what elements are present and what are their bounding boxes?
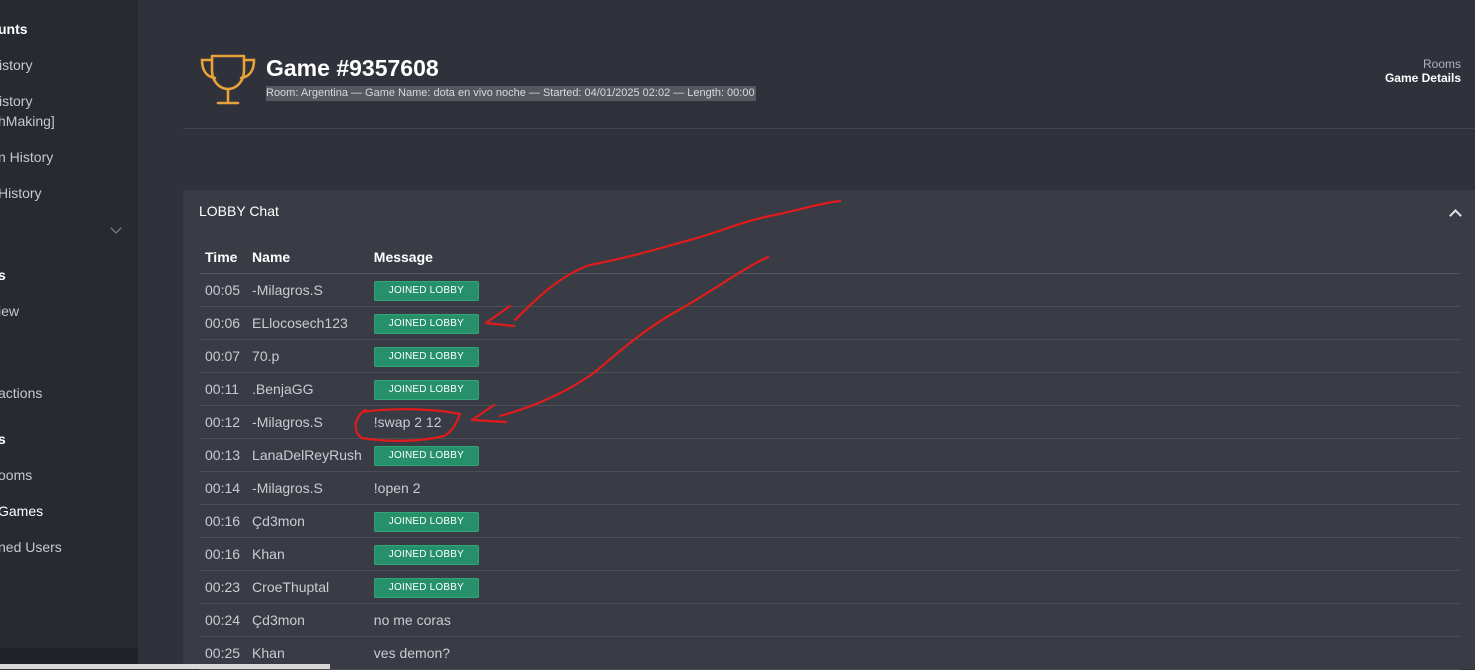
sidebar-item-rooms[interactable]: ooms — [0, 467, 32, 483]
page-subtitle: Room: Argentina — Game Name: dota en viv… — [266, 86, 756, 101]
row-message: !open 2 — [367, 471, 1460, 505]
column-header-message[interactable]: Message — [367, 241, 1460, 274]
sidebar-item-actions[interactable]: actions — [0, 385, 42, 401]
breadcrumb-game-details: Game Details — [1384, 71, 1461, 85]
row-player-name[interactable]: .BenjaGG — [246, 372, 368, 406]
row-message: JOINED LOBBY — [367, 339, 1460, 373]
joined-lobby-badge: JOINED LOBBY — [373, 511, 479, 532]
row-time: 00:16 — [199, 537, 247, 571]
sidebar-item-view[interactable]: iew — [0, 303, 19, 319]
sidebar-item-games[interactable]: Games — [0, 503, 43, 519]
lobby-chat-panel: LOBBY Chat Time Name Message 00:05 -Milag… — [183, 190, 1475, 670]
table-header-row: Time Name Message — [199, 241, 1460, 274]
row-player-name[interactable]: LanaDelReyRush — [246, 438, 368, 472]
sidebar-item-banned-users[interactable]: ned Users — [0, 539, 62, 555]
joined-lobby-badge: JOINED LOBBY — [373, 544, 479, 565]
row-player-name[interactable]: -Milagros.S — [246, 405, 368, 439]
row-player-name[interactable]: CroeThuptal — [246, 570, 368, 604]
panel-title: LOBBY Chat — [199, 203, 279, 219]
sidebar-item-history-matchmaking-line2[interactable]: hMaking] — [0, 113, 55, 129]
chat-table-body: 00:05 -Milagros.S JOINED LOBBY 00:06 ELlocos… — [199, 273, 1460, 670]
row-player-name[interactable]: -Milagros.S — [246, 471, 368, 505]
row-message: ves demon? — [367, 636, 1460, 670]
table-row: 00:05 -Milagros.S JOINED LOBBY — [199, 273, 1460, 307]
table-row: 00:12 -Milagros.S !swap 2 12 — [199, 405, 1460, 439]
chevron-down-icon[interactable] — [110, 222, 122, 234]
sidebar-section-accounts: unts — [0, 21, 28, 37]
trophy-icon — [200, 54, 256, 105]
row-player-name[interactable]: Çd3mon — [246, 603, 368, 637]
table-row: 00:16 Khan JOINED LOBBY — [199, 537, 1460, 571]
sidebar: unts istory istory hMaking] n History Hi… — [0, 0, 138, 648]
row-player-name[interactable]: Çd3mon — [246, 504, 368, 538]
row-message: no me coras — [367, 603, 1460, 637]
row-message: JOINED LOBBY — [367, 306, 1460, 340]
sidebar-item-n-history[interactable]: n History — [0, 149, 53, 165]
table-row: 00:25 Khan ves demon? — [199, 636, 1460, 670]
row-time: 00:13 — [199, 438, 247, 472]
row-time: 00:05 — [199, 273, 247, 307]
row-time: 00:16 — [199, 504, 247, 538]
breadcrumb-rooms[interactable]: Rooms — [1385, 57, 1461, 71]
chat-table: Time Name Message 00:05 -Milagros.S JOINED… — [199, 241, 1460, 670]
joined-lobby-badge: JOINED LOBBY — [373, 577, 479, 598]
row-message: JOINED LOBBY — [367, 372, 1460, 406]
breadcrumb: Rooms Game Details — [1385, 57, 1461, 85]
horizontal-scrollbar[interactable] — [0, 664, 330, 669]
row-time: 00:12 — [199, 405, 247, 439]
content-gutter — [138, 0, 183, 669]
joined-lobby-badge: JOINED LOBBY — [373, 280, 479, 301]
table-row: 00:24 Çd3mon no me coras — [199, 603, 1460, 637]
row-player-name[interactable]: Khan — [246, 537, 368, 571]
table-row: 00:14 -Milagros.S !open 2 — [199, 471, 1460, 505]
table-row: 00:06 ELlocosech123 JOINED LOBBY — [199, 306, 1460, 340]
table-row: 00:13 LanaDelReyRush JOINED LOBBY — [199, 438, 1460, 472]
row-time: 00:07 — [199, 339, 247, 373]
row-player-name[interactable]: -Milagros.S — [246, 273, 368, 307]
row-player-name[interactable]: 70.p — [246, 339, 368, 373]
row-player-name[interactable]: ELlocosech123 — [246, 306, 368, 340]
row-message: JOINED LOBBY — [367, 273, 1460, 307]
table-row: 00:07 70.p JOINED LOBBY — [199, 339, 1460, 373]
row-time: 00:11 — [199, 372, 247, 406]
sidebar-section-3: s — [0, 431, 6, 447]
row-message: JOINED LOBBY — [367, 537, 1460, 571]
column-header-time[interactable]: Time — [199, 241, 247, 274]
joined-lobby-badge: JOINED LOBBY — [373, 346, 479, 367]
row-message: JOINED LOBBY — [367, 438, 1460, 472]
row-time: 00:24 — [199, 603, 247, 637]
sidebar-item-history[interactable]: istory — [0, 57, 32, 73]
row-time: 00:14 — [199, 471, 247, 505]
joined-lobby-badge: JOINED LOBBY — [373, 445, 479, 466]
row-message: !swap 2 12 — [367, 405, 1460, 439]
row-message: JOINED LOBBY — [367, 570, 1460, 604]
joined-lobby-badge: JOINED LOBBY — [373, 313, 479, 334]
table-row: 00:11 .BenjaGG JOINED LOBBY — [199, 372, 1460, 406]
sidebar-item-history-matchmaking[interactable]: istory — [0, 93, 32, 109]
page-title: Game #9357608 — [266, 55, 439, 81]
row-time: 00:23 — [199, 570, 247, 604]
table-row: 00:23 CroeThuptal JOINED LOBBY — [199, 570, 1460, 604]
sidebar-section-2: s — [0, 267, 6, 283]
row-message: JOINED LOBBY — [367, 504, 1460, 538]
column-header-name[interactable]: Name — [246, 241, 368, 274]
chevron-up-icon[interactable] — [1447, 207, 1463, 219]
table-row: 00:16 Çd3mon JOINED LOBBY — [199, 504, 1460, 538]
joined-lobby-badge: JOINED LOBBY — [373, 379, 479, 400]
sidebar-item-other-history[interactable]: History — [0, 185, 42, 201]
row-time: 00:06 — [199, 306, 247, 340]
